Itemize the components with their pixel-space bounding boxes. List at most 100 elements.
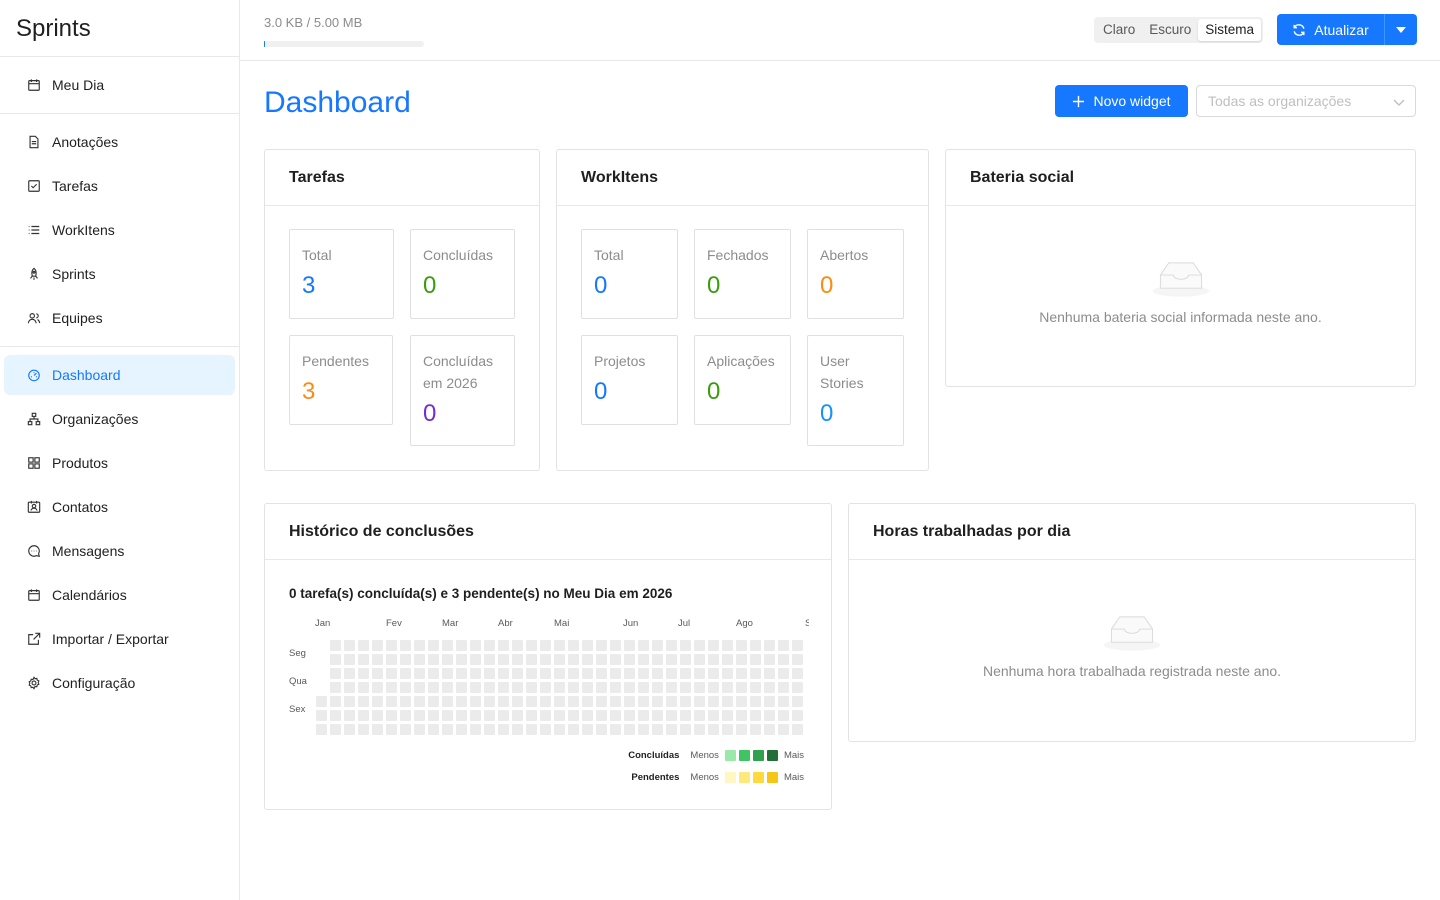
heatmap-cell <box>624 668 635 679</box>
refresh-button-group: Atualizar <box>1277 14 1417 45</box>
heatmap-cell <box>750 668 761 679</box>
sidebar-item-mensagens[interactable]: Mensagens <box>4 531 235 571</box>
sidebar-item-importar-exportar[interactable]: Importar / Exportar <box>4 619 235 659</box>
sidebar-item-organizacoes[interactable]: Organizações <box>4 399 235 439</box>
sidebar-item-calendarios[interactable]: Calendários <box>4 575 235 615</box>
heatmap-cell <box>764 710 775 721</box>
heatmap-cell <box>708 710 719 721</box>
heatmap-cell <box>330 640 341 651</box>
workitems-card-title: WorkItens <box>557 150 928 206</box>
sidebar-item-label: Equipes <box>52 310 103 326</box>
heatmap-cell <box>708 654 719 665</box>
heatmap-cell <box>512 710 523 721</box>
heatmap-cell <box>386 682 397 693</box>
sync-icon <box>1292 23 1306 37</box>
sidebar-item-label: Organizações <box>52 411 139 427</box>
legend-label: Concluídas <box>628 750 680 761</box>
sidebar-group: Anotações Tarefas WorkItens Sprints Equipes <box>0 114 239 347</box>
gear-icon <box>26 675 42 691</box>
heatmap-cell <box>722 668 733 679</box>
legend-less: Menos <box>690 750 719 761</box>
heatmap-cell <box>582 710 593 721</box>
heatmap-cell <box>428 682 439 693</box>
social-battery-empty-text: Nenhuma bateria social informada neste a… <box>1039 309 1322 325</box>
heatmap-cell <box>400 654 411 665</box>
workitems-stat-value: 0 <box>820 272 834 299</box>
sidebar-item-workitens[interactable]: WorkItens <box>4 210 235 250</box>
sidebar-item-label: Calendários <box>52 587 127 603</box>
heatmap-cell <box>442 724 453 735</box>
refresh-dropdown-button[interactable] <box>1385 14 1417 45</box>
caret-down-icon <box>1396 26 1406 33</box>
sidebar-item-tarefas[interactable]: Tarefas <box>4 166 235 206</box>
heatmap-cell <box>330 654 341 665</box>
sidebar-item-dashboard[interactable]: Dashboard <box>4 355 235 395</box>
heatmap-month-label: Ago <box>736 618 753 629</box>
heatmap-cell <box>498 640 509 651</box>
heatmap-month-label: Fev <box>386 618 402 629</box>
sidebar-item-label: Dashboard <box>52 367 121 383</box>
hours-worked-empty-text: Nenhuma hora trabalhada registrada neste… <box>982 663 1282 679</box>
app-title: Sprints <box>0 0 239 57</box>
heatmap-cell <box>736 640 747 651</box>
sidebar-item-configuracao[interactable]: Configuração <box>4 663 235 703</box>
heatmap-cell <box>512 640 523 651</box>
heatmap-cell <box>330 668 341 679</box>
heatmap-cell <box>400 640 411 651</box>
heatmap-cell <box>498 710 509 721</box>
new-widget-label: Novo widget <box>1093 93 1171 109</box>
sidebar-group: Dashboard Organizações Produtos Contatos Men… <box>0 347 239 711</box>
sidebar-group: Meu Dia <box>0 57 239 114</box>
sidebar-item-label: Anotações <box>52 134 119 150</box>
heatmap-cell <box>484 724 495 735</box>
legend-swatch <box>766 750 778 761</box>
sidebar-item-contatos[interactable]: Contatos <box>4 487 235 527</box>
workitems-stat: Aplicações 0 <box>694 335 791 425</box>
heatmap-cell <box>568 654 579 665</box>
heatmap-cell <box>470 696 481 707</box>
new-widget-button[interactable]: Novo widget <box>1055 85 1188 117</box>
heatmap-cell <box>428 724 439 735</box>
theme-option-sistema[interactable]: Sistema <box>1198 19 1262 41</box>
heatmap-cell <box>554 724 565 735</box>
heatmap-cell <box>470 682 481 693</box>
sidebar-item-sprints[interactable]: Sprints <box>4 254 235 294</box>
completion-history-caption: 0 tarefa(s) concluída(s) e 3 pendente(s)… <box>289 586 673 601</box>
heatmap-cell <box>568 668 579 679</box>
heatmap-cell <box>386 654 397 665</box>
sidebar-item-equipes[interactable]: Equipes <box>4 298 235 338</box>
heatmap-cell <box>344 668 355 679</box>
heatmap-cell <box>442 710 453 721</box>
heatmap-cell <box>358 640 369 651</box>
chevron-down-icon <box>1393 95 1405 107</box>
sidebar-item-anotacoes[interactable]: Anotações <box>4 122 235 162</box>
heatmap-cell <box>400 682 411 693</box>
tasks-card-title: Tarefas <box>265 150 539 206</box>
sidebar-item-produtos[interactable]: Produtos <box>4 443 235 483</box>
heatmap-cell <box>750 682 761 693</box>
heatmap-cell <box>316 710 327 721</box>
social-battery-empty-state: Nenhuma bateria social informada neste a… <box>946 254 1415 325</box>
heatmap-cell <box>456 710 467 721</box>
theme-option-claro[interactable]: Claro <box>1096 19 1142 41</box>
heatmap-cell <box>358 724 369 735</box>
heatmap-cell <box>582 682 593 693</box>
sidebar: Sprints Meu Dia Anotações Tarefas WorkItens… <box>0 0 240 900</box>
heatmap-cell <box>316 696 327 707</box>
heatmap-cell <box>792 724 803 735</box>
empty-inbox-icon <box>946 254 1415 303</box>
sidebar-item-meu-dia[interactable]: Meu Dia <box>4 65 235 105</box>
organization-select[interactable]: Todas as organizações <box>1196 85 1416 117</box>
workitems-stat-value: 0 <box>594 272 608 299</box>
heatmap-day-label: Sex <box>289 704 306 715</box>
heatmap-cell <box>652 696 663 707</box>
refresh-button[interactable]: Atualizar <box>1277 14 1385 45</box>
theme-option-escuro[interactable]: Escuro <box>1142 19 1198 41</box>
tasks-stat-label: Concluídas <box>423 247 494 263</box>
theme-switcher: Claro Escuro Sistema <box>1094 17 1264 43</box>
legend-done-row: Concluídas Menos Mais <box>628 750 807 761</box>
heatmap-cell <box>596 682 607 693</box>
heatmap-cell <box>498 668 509 679</box>
heatmap-cell <box>624 682 635 693</box>
heatmap-cell <box>442 682 453 693</box>
